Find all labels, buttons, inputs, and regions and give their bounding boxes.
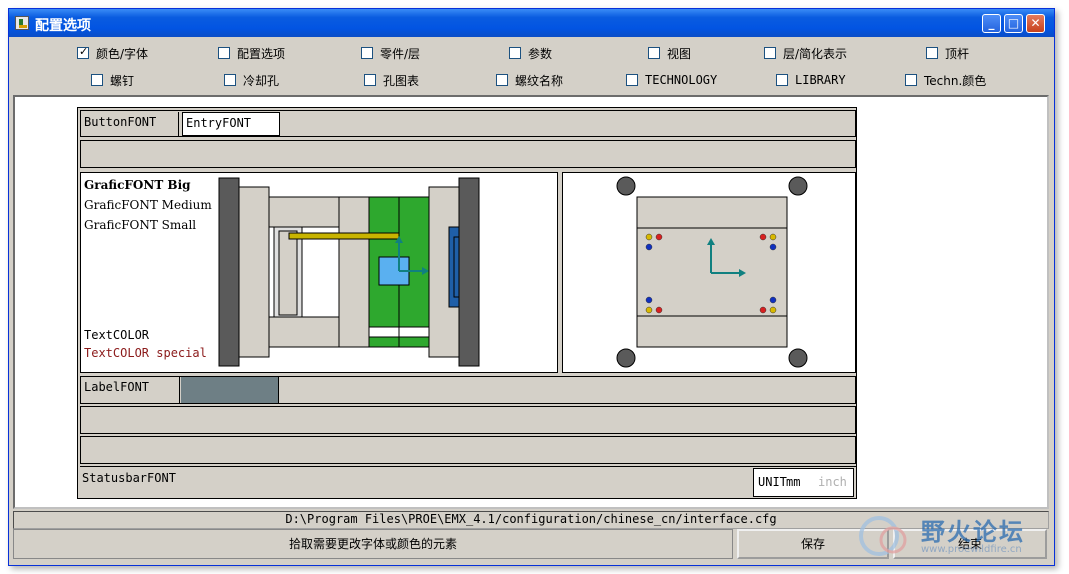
window-title: 配置选项 (35, 18, 91, 34)
option-label: 冷却孔 (243, 73, 280, 88)
option-label: 颜色/字体 (96, 46, 149, 61)
checkbox[interactable] (509, 47, 521, 59)
option-config[interactable]: 配置选项 (218, 45, 285, 61)
option-screws[interactable]: 螺钉 (91, 72, 134, 88)
close-button[interactable]: ✕ (1026, 14, 1045, 33)
graphic-panel-top[interactable] (562, 172, 856, 373)
empty-bar (80, 140, 856, 168)
option-label: Techn.颜色 (924, 73, 987, 88)
checkbox[interactable] (218, 47, 230, 59)
graphic-panel-side[interactable]: GraficFONT Big GraficFONT Medium GraficF… (80, 172, 558, 373)
hint-text: 拾取需要更改字体或颜色的元素 (13, 529, 733, 559)
minimize-button[interactable]: _ (982, 14, 1001, 33)
option-label: TECHNOLOGY (645, 73, 718, 87)
unit-label: UNIT (758, 475, 787, 489)
checkbox[interactable] (926, 47, 938, 59)
option-checkbox-grid: 颜色/字体 配置选项 零件/层 参数 视图 层/简化表示 顶杆 螺钉 (9, 39, 1054, 95)
save-button[interactable]: 保存 (737, 529, 889, 559)
option-label: 螺钉 (110, 73, 135, 88)
mold-side-view (218, 177, 480, 367)
option-ejector-pins[interactable]: 顶杆 (926, 45, 969, 61)
bottom-action-row: 拾取需要更改字体或颜色的元素 保存 结束 (13, 529, 1049, 559)
option-label: 配置选项 (237, 46, 286, 61)
unit-inch-option[interactable]: inch (818, 475, 847, 489)
option-label: 螺纹名称 (515, 73, 564, 88)
app-icon (15, 16, 29, 30)
option-label: 层/简化表示 (783, 46, 848, 61)
checkbox[interactable] (496, 74, 508, 86)
config-path-status: D:\Program Files\PROE\EMX_4.1/configurat… (13, 511, 1049, 529)
button-font-sample[interactable]: ButtonFONT (81, 112, 179, 136)
unit-selector[interactable]: UNIT mm inch (753, 468, 854, 497)
unit-mm-option[interactable]: mm (786, 475, 800, 489)
preview-canvas: ButtonFONT EntryFONT GraficFONT Big Graf… (13, 95, 1049, 509)
option-colors-fonts[interactable]: 颜色/字体 (77, 45, 148, 61)
checkbox[interactable] (364, 74, 376, 86)
checkbox[interactable] (905, 74, 917, 86)
entry-font-sample[interactable]: EntryFONT (182, 112, 280, 136)
checkbox[interactable] (626, 74, 638, 86)
option-label: 顶杆 (945, 46, 970, 61)
finish-button[interactable]: 结束 (893, 529, 1047, 559)
checkbox[interactable] (91, 74, 103, 86)
option-thread-names[interactable]: 螺纹名称 (496, 72, 563, 88)
option-views[interactable]: 视图 (648, 45, 691, 61)
checkbox[interactable] (361, 47, 373, 59)
option-library[interactable]: LIBRARY (776, 72, 846, 88)
label-color-swatch[interactable] (181, 377, 279, 403)
empty-bar (80, 436, 856, 464)
font-sample-bar[interactable]: ButtonFONT EntryFONT (80, 110, 856, 137)
option-label: 孔图表 (383, 73, 420, 88)
option-label: 零件/层 (380, 46, 421, 61)
mold-top-view (616, 176, 808, 368)
option-layer-simplified[interactable]: 层/简化表示 (764, 45, 847, 61)
config-options-window: 配置选项 _ □ ✕ 颜色/字体 配置选项 零件/层 参数 视图 层/简化表示 (8, 8, 1055, 566)
statusbar-font-bar[interactable]: StatusbarFONT UNIT mm inch (80, 466, 856, 498)
option-label: 参数 (528, 46, 553, 61)
checkbox[interactable] (648, 47, 660, 59)
option-cooling-holes[interactable]: 冷却孔 (224, 72, 279, 88)
checkbox[interactable] (776, 74, 788, 86)
option-label: 视图 (667, 46, 692, 61)
empty-bar (80, 406, 856, 434)
checkbox[interactable] (224, 74, 236, 86)
checkbox[interactable] (77, 45, 89, 59)
option-technology[interactable]: TECHNOLOGY (626, 72, 717, 88)
option-techn-colors[interactable]: Techn.颜色 (905, 72, 986, 88)
statusbar-font-sample: StatusbarFONT (82, 471, 176, 485)
checkbox[interactable] (764, 47, 776, 59)
maximize-button[interactable]: □ (1004, 14, 1023, 33)
option-parts-layers[interactable]: 零件/层 (361, 45, 420, 61)
label-font-sample[interactable]: LabelFONT (81, 377, 180, 403)
option-parameters[interactable]: 参数 (509, 45, 552, 61)
option-hole-chart[interactable]: 孔图表 (364, 72, 419, 88)
preview-frame: ButtonFONT EntryFONT GraficFONT Big Graf… (77, 107, 857, 499)
title-bar[interactable]: 配置选项 _ □ ✕ (9, 9, 1054, 37)
label-font-bar[interactable]: LabelFONT (80, 376, 856, 404)
option-label: LIBRARY (795, 73, 846, 87)
